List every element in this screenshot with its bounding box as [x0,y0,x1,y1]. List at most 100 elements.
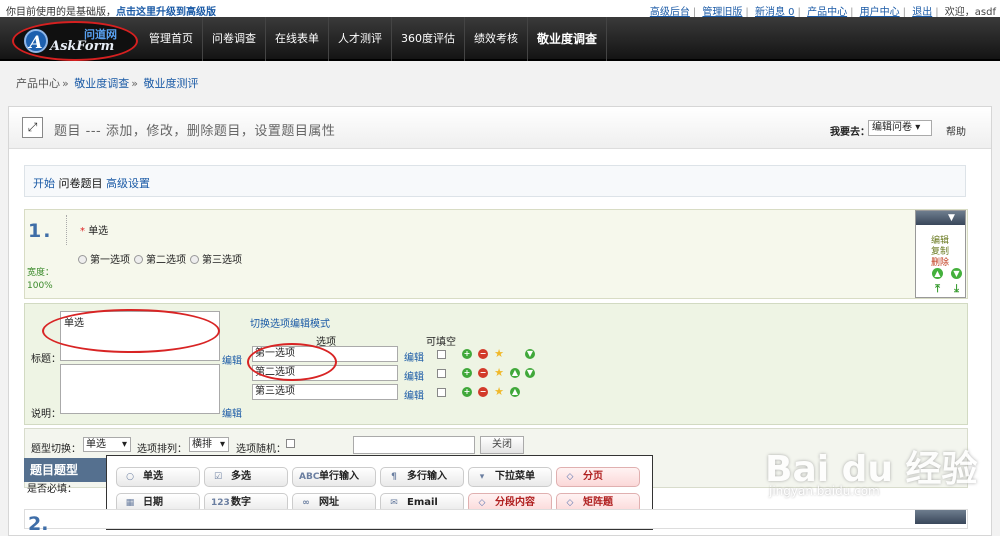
question-title-text: 单选 [88,226,109,237]
nav-form[interactable]: 在线表单 [266,17,329,61]
tools-header[interactable] [916,211,965,225]
chevron-down-icon: ▾ [121,439,127,450]
button-label: 网址 [319,497,339,508]
fillable-checkbox[interactable] [437,350,446,359]
option-label: 第二选项 [146,255,186,266]
width-value: 100% [27,281,53,291]
move-up-icon[interactable]: ▲ [510,387,520,397]
help-link[interactable]: 帮助 [946,123,966,138]
remove-option-icon[interactable]: − [478,368,488,378]
askform-logo[interactable]: A 问道网 AskForm [12,21,138,61]
type-text-button[interactable]: ABC单行输入 [292,467,376,487]
chevron-down-icon: ▾ [915,122,921,133]
nav-engagement[interactable]: 敬业度调查 [528,17,608,61]
delete-link[interactable]: 删除 [931,255,949,268]
nav-home[interactable]: 管理首页 [140,17,203,61]
question-card[interactable] [24,509,968,529]
move-bottom-icon[interactable]: ⤓ [951,283,962,294]
star-icon[interactable]: ★ [494,367,504,378]
nav-talent[interactable]: 人才测评 [329,17,392,61]
type-page-button[interactable]: ◇ 分页 [556,467,640,487]
type-single-button[interactable]: ○ 单选 [116,467,200,487]
option-radio[interactable]: 第三选项 [190,251,242,266]
width-label: 宽度： [27,268,55,278]
type-switch-value: 单选 [86,439,106,450]
chevron-down-icon: ▾ [219,439,225,450]
arrangement-select[interactable]: 横排 ▾ [189,437,229,452]
breadcrumb: 产品中心» 敬业度调查» 敬业度测评 [16,77,199,90]
type-switch-label: 题型切换： [31,444,81,455]
option-edit-link[interactable]: 编辑 [404,349,424,364]
button-label: Email [407,497,438,508]
divider [66,215,67,245]
tabs-box [24,165,966,197]
close-button[interactable]: 关闭 [480,436,524,454]
option-edit-link[interactable]: 编辑 [404,368,424,383]
desc-textarea[interactable] [60,364,220,414]
move-down-icon[interactable]: ▼ [951,268,962,279]
button-label: 多选 [231,471,251,482]
move-up-icon[interactable]: ▲ [932,268,943,279]
remove-option-icon[interactable]: − [478,349,488,359]
arrangement-label: 选项排列： [137,444,187,455]
question-title: * 单选 [80,222,108,237]
version-notice: 你目前使用的是基础版，点击这里升级到高级版 [6,3,216,18]
move-top-icon[interactable]: ⤒ [932,283,943,294]
title-edit-link[interactable]: 编辑 [222,352,242,367]
switch-mode-link[interactable]: 切换选项编辑模式 [250,315,330,330]
logo-en-text: AskForm [50,39,115,54]
crumb-engagement[interactable]: 敬业度调查 [74,77,129,90]
button-label: 单选 [143,471,163,482]
button-label: 矩阵题 [583,497,613,508]
button-label: 数字 [231,497,251,508]
option-radio[interactable]: 第一选项 [78,251,130,266]
nav-360[interactable]: 360度评估 [392,17,465,61]
radio-icon [134,255,143,264]
star-icon[interactable]: ★ [494,348,504,359]
fillable-checkbox[interactable] [437,388,446,397]
abc-icon: ABC [299,472,320,482]
move-up-icon[interactable]: ▲ [510,368,520,378]
add-option-icon[interactable]: + [462,349,472,359]
page-title: 题目 --- 添加，修改，删除题目，设置题目属性 [54,124,336,139]
nav-performance[interactable]: 绩效考核 [465,17,528,61]
remove-option-icon[interactable]: − [478,387,488,397]
button-label: 下拉菜单 [495,471,535,482]
option-edit-link[interactable]: 编辑 [404,387,424,402]
type-textarea-button[interactable]: ¶ 多行输入 [380,467,464,487]
required-label: 是否必填： [27,484,77,495]
move-down-icon[interactable]: ▼ [525,349,535,359]
option-radio[interactable]: 第二选项 [134,251,186,266]
type-dropdown-button[interactable]: ▾ 下拉菜单 [468,467,552,487]
radio-icon [190,255,199,264]
tab-advanced[interactable]: 高级设置 [106,177,150,190]
add-option-icon[interactable]: + [462,368,472,378]
option-label: 第三选项 [202,255,242,266]
fillable-checkbox[interactable] [437,369,446,378]
move-down-icon[interactable]: ▼ [525,368,535,378]
page-icon: ◇ [566,472,574,482]
random-checkbox[interactable] [286,439,295,448]
tab-questions[interactable]: 问卷题目 [59,177,103,190]
type-switch-select[interactable]: 单选 ▾ [83,437,131,452]
goto-select[interactable]: 编辑问卷 ▾ [868,120,932,136]
radio-icon: ○ [126,472,134,482]
question-number: 2. [28,513,49,535]
star-icon[interactable]: ★ [494,386,504,397]
nav-survey[interactable]: 问卷调查 [203,17,266,61]
crumb-assessment[interactable]: 敬业度测评 [143,77,198,90]
extra-input[interactable] [353,436,475,454]
tools-header[interactable] [915,510,966,524]
expand-icon[interactable]: ⤢ [22,117,43,138]
caret-down-icon[interactable]: ▼ [948,213,955,223]
desc-edit-link[interactable]: 编辑 [222,405,242,420]
tab-start[interactable]: 开始 [33,177,55,190]
checkbox-icon: ☑ [213,472,223,482]
button-label: 日期 [143,497,163,508]
add-option-icon[interactable]: + [462,387,472,397]
logo-mark-icon: A [24,29,48,53]
option-input[interactable]: 第三选项 [252,384,398,400]
type-multi-button[interactable]: ☑ 多选 [204,467,288,487]
title-label: 标题： [31,354,61,365]
annotation-circle [247,343,337,381]
